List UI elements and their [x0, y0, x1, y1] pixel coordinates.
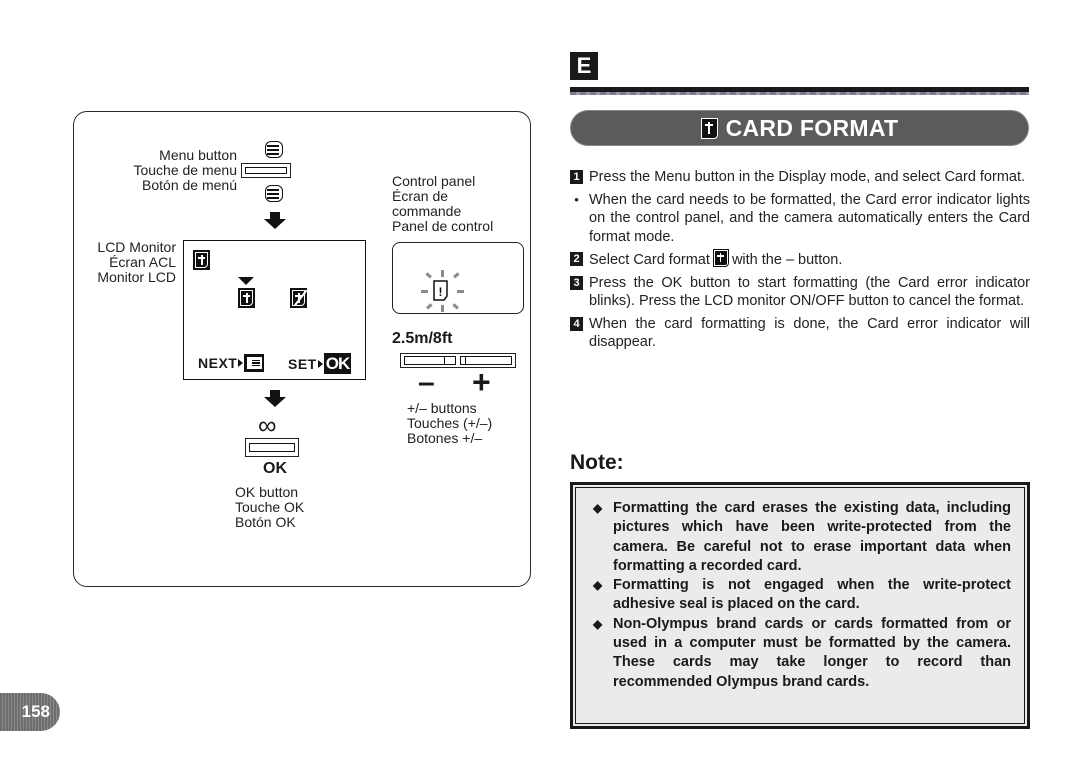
step-text: When the card formatting is done, the Ca… [589, 315, 1030, 351]
lcd-monitor-label-en: LCD Monitor [97, 239, 176, 255]
step-note-bullet: • When the card needs to be formatted, t… [570, 191, 1030, 247]
ok-button-label-fr: Touche OK [235, 499, 305, 515]
menu-icon [265, 185, 283, 202]
diamond-bullet-icon: ◆ [593, 501, 603, 515]
note-text: Formatting the card erases the existing … [613, 500, 1011, 574]
page-title-banner: CARD FORMAT [570, 110, 1029, 146]
menu-button-label-es: Botón de menú [142, 177, 237, 193]
instruction-steps: 1 Press the Menu button in the Display m… [570, 168, 1030, 356]
menu-icon [244, 354, 265, 372]
ok-button-labels: OK button Touche OK Botón OK [235, 485, 304, 530]
lcd-monitor-label-es: Monitor LCD [97, 269, 176, 285]
control-panel-label-es: Panel de control [392, 218, 494, 234]
control-panel-labels: Control panel Écran de commande Panel de… [392, 174, 493, 234]
step-text-before: Select Card format [589, 252, 710, 268]
distance-readout: 2.5m/8ft [392, 330, 453, 347]
page-number: 158 [0, 693, 60, 731]
step-text: Press the OK button to start formatting … [589, 274, 1030, 310]
card-cancel-option-icon [290, 288, 307, 308]
ok-symbol: OK [263, 460, 287, 477]
step-3: 3 Press the OK button to start formattin… [570, 274, 1030, 311]
menu-button-label-fr: Touche de menu [133, 162, 237, 178]
selection-triangle-icon [238, 277, 254, 285]
ok-icon: OK [323, 353, 352, 374]
step-text: Press the Menu button in the Display mod… [589, 169, 1026, 185]
plus-icon: + [472, 364, 491, 400]
menu-button-illustration [241, 163, 291, 178]
control-panel-label-en: Control panel [392, 173, 476, 189]
step-number: 1 [570, 170, 583, 184]
diamond-bullet-icon: ◆ [593, 578, 603, 593]
plus-minus-label-es: Botones +/– [407, 430, 483, 446]
menu-button-label-en: Menu button [159, 147, 237, 163]
header-rule-shadow [570, 92, 1029, 95]
lcd-set-hint: SET OK [288, 353, 352, 374]
control-panel-label-fr-2: commande [392, 203, 462, 219]
step-number: 4 [570, 316, 583, 331]
arrow-right-icon [317, 359, 323, 368]
step-text: When the card needs to be formatted, the… [589, 191, 1030, 245]
section-badge: E [570, 52, 598, 80]
step-number: 2 [570, 252, 583, 266]
card-icon [712, 249, 729, 267]
card-format-icon [193, 250, 210, 270]
lcd-next-hint: NEXT [198, 354, 265, 372]
infinity-icon: ∞ [258, 410, 277, 440]
set-label: SET [288, 355, 317, 372]
step-1: 1 Press the Menu button in the Display m… [570, 168, 1030, 187]
ok-button-label-es: Botón OK [235, 514, 296, 530]
arrow-right-icon [238, 359, 244, 367]
page-title: CARD FORMAT [725, 114, 899, 141]
step-text-after: with the – button. [731, 252, 843, 268]
error-mark: ! [439, 285, 443, 299]
ok-button-label-en: OK button [235, 484, 299, 500]
step-number: 3 [570, 275, 583, 290]
lcd-monitor-label-fr: Écran ACL [109, 254, 176, 270]
plus-minus-labels: +/– buttons Touches (+/–) Botones +/– [407, 401, 492, 446]
card-format-option-icon [238, 288, 255, 308]
note-item: ◆ Non-Olympus brand cards or cards format… [593, 615, 1011, 692]
note-box: ◆ Formatting the card erases the existing… [570, 482, 1030, 729]
step-text: Select Card format with the – button. [589, 249, 843, 270]
card-icon [700, 117, 718, 139]
menu-icon [265, 141, 283, 158]
step-2: 2 Select Card format with the – button. [570, 249, 1030, 270]
step-4: 4 When the card formatting is done, the … [570, 315, 1030, 352]
control-panel-label-fr-1: Écran de [392, 188, 449, 204]
plus-minus-label-en: +/– buttons [407, 400, 477, 416]
next-label: NEXT [198, 355, 238, 371]
note-text: Formatting is not engaged when the write… [613, 577, 1011, 613]
note-item: ◆ Formatting is not engaged when the writ… [593, 576, 1011, 615]
lcd-monitor-screen: NEXT SET OK [183, 240, 366, 380]
diamond-bullet-icon: ◆ [593, 616, 603, 631]
minus-icon: – [418, 366, 435, 399]
menu-button-labels: Menu button Touche de menu Botón de menú [100, 148, 237, 193]
ok-button-illustration [245, 438, 299, 457]
note-text: Non-Olympus brand cards or cards formatt… [613, 615, 1011, 690]
control-panel-display: ! [392, 242, 524, 314]
card-error-blink-icon: ! [421, 270, 464, 312]
bullet-icon: • [574, 191, 579, 207]
note-heading: Note: [570, 451, 624, 474]
lcd-monitor-labels: LCD Monitor Écran ACL Monitor LCD [80, 240, 176, 285]
note-item: ◆ Formatting the card erases the existing… [593, 499, 1011, 576]
plus-minus-label-fr: Touches (+/–) [407, 415, 493, 431]
